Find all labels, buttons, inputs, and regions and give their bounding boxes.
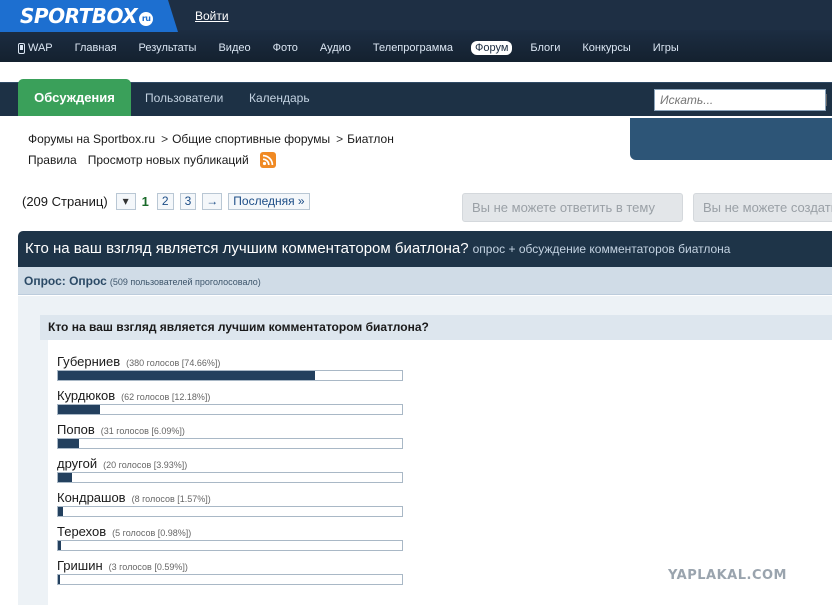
poll-option: Кондрашов (8 голосов [1.57%]): [57, 490, 477, 517]
option-votes: (5 голосов [0.98%]): [112, 528, 192, 538]
nav-item-blogs[interactable]: Блоги: [530, 42, 560, 54]
nav-item-tv[interactable]: Телепрограмма: [373, 42, 453, 54]
option-name: Попов: [57, 422, 95, 437]
poll-header: Опрос: Опрос (509 пользователей проголосо…: [18, 267, 832, 295]
nav-item-audio[interactable]: Аудио: [320, 42, 351, 54]
poll-question: Кто на ваш взгляд является лучшим коммен…: [40, 315, 832, 340]
tab-users[interactable]: Пользователи: [145, 91, 223, 105]
option-bar-track: [57, 506, 403, 517]
option-bar-track: [57, 438, 403, 449]
nav-item-video[interactable]: Видео: [218, 42, 250, 54]
breadcrumb-separator: >: [336, 132, 344, 146]
phone-icon: [18, 42, 25, 54]
reply-disabled-button: Вы не можете ответить в тему: [462, 193, 683, 222]
option-bar-track: [57, 540, 403, 551]
chevron-down-icon[interactable]: ▾: [115, 193, 136, 210]
option-votes: (380 голосов [74.66%]): [126, 358, 221, 368]
option-bar-fill: [58, 541, 61, 550]
poll-option: Гришин (3 голосов [0.59%]): [57, 558, 477, 585]
option-name: другой: [57, 456, 98, 471]
arrow-right-icon[interactable]: →: [202, 193, 223, 210]
breadcrumb-separator: >: [161, 132, 169, 146]
create-topic-disabled-button: Вы не можете создать тему: [693, 193, 832, 222]
breadcrumb-forums[interactable]: Форумы на Sportbox.ru: [28, 132, 155, 146]
option-name: Гришин: [57, 558, 103, 573]
poll-option: Курдюков (62 голосов [12.18%]): [57, 388, 477, 415]
page-link-2[interactable]: 2: [156, 193, 174, 210]
logo-text: SPORTBOX: [20, 4, 138, 28]
option-votes: (3 голосов [0.59%]): [108, 562, 188, 572]
poll-option: другой (20 голосов [3.93%]): [57, 456, 477, 483]
option-name: Курдюков: [57, 388, 116, 403]
option-bar-fill: [58, 507, 63, 516]
topic-header: Кто на ваш взгляд является лучшим коммен…: [18, 231, 832, 267]
option-votes: (31 голосов [6.09%]): [100, 426, 185, 436]
nav-item-results[interactable]: Результаты: [139, 42, 197, 54]
tab-discussions[interactable]: Обсуждения: [18, 79, 131, 116]
login-link[interactable]: Войти: [195, 9, 229, 23]
site-nav: WAP Главная Результаты Видео Фото Аудио …: [18, 39, 701, 57]
option-bar-fill: [58, 575, 60, 584]
option-name: Терехов: [57, 524, 107, 539]
topic-title: Кто на ваш взгляд является лучшим коммен…: [25, 240, 469, 257]
nav-item-photo[interactable]: Фото: [273, 42, 298, 54]
breadcrumb-biathlon[interactable]: Биатлон: [347, 132, 394, 146]
nav-item-contests[interactable]: Конкурсы: [582, 42, 630, 54]
logo-ru-badge: ru: [139, 12, 154, 26]
page-link-3[interactable]: 3: [179, 193, 197, 210]
rules-link[interactable]: Правила: [28, 153, 77, 167]
page-current: 1: [141, 194, 149, 209]
tab-calendar[interactable]: Календарь: [249, 91, 310, 105]
option-bar-track: [57, 370, 403, 381]
option-votes: (62 голосов [12.18%]): [121, 392, 211, 402]
site-logo[interactable]: SPORTBOX ru: [20, 4, 154, 28]
option-bar-fill: [58, 405, 100, 414]
watermark: YAPLAKAL.COM: [668, 568, 787, 583]
new-posts-link[interactable]: Просмотр новых публикаций: [88, 153, 249, 167]
poll-voter-count: (509 пользователей проголосовало): [109, 277, 261, 287]
topic-description: опрос + обсуждение комментаторов биатлон…: [472, 242, 731, 256]
poll-option: Терехов (5 голосов [0.98%]): [57, 524, 477, 551]
nav-item-forum[interactable]: Форум: [471, 41, 513, 55]
forum-subnav: Правила Просмотр новых публикаций: [28, 152, 276, 168]
option-votes: (20 голосов [3.93%]): [103, 460, 188, 470]
side-panel: [630, 118, 832, 160]
option-bar-fill: [58, 473, 72, 482]
option-bar-track: [57, 574, 403, 585]
option-bar-track: [57, 472, 403, 483]
option-name: Кондрашов: [57, 490, 126, 505]
poll-option: Попов (31 голосов [6.09%]): [57, 422, 477, 449]
option-bar-fill: [58, 371, 315, 380]
option-name: Губерниев: [57, 354, 121, 369]
page-last-link[interactable]: Последняя »: [228, 193, 310, 210]
search-input[interactable]: [654, 89, 826, 111]
pagination: (209 Страниц) ▾ 1 2 3 → Последняя »: [22, 193, 316, 210]
rss-icon[interactable]: [259, 152, 276, 168]
option-bar-track: [57, 404, 403, 415]
poll-option: Губерниев (380 голосов [74.66%]): [57, 354, 477, 381]
page-count: (209 Страниц): [22, 194, 108, 209]
nav-item-home[interactable]: Главная: [75, 42, 117, 54]
nav-item-games[interactable]: Игры: [653, 42, 679, 54]
nav-item-wap[interactable]: WAP: [18, 42, 53, 54]
breadcrumb: Форумы на Sportbox.ru > Общие спортивные ф…: [28, 132, 394, 146]
search-separator: [826, 94, 827, 106]
option-votes: (8 голосов [1.57%]): [131, 494, 211, 504]
option-bar-fill: [58, 439, 79, 448]
breadcrumb-general-forums[interactable]: Общие спортивные форумы: [172, 132, 330, 146]
poll-title: Опрос: Опрос: [24, 274, 107, 288]
